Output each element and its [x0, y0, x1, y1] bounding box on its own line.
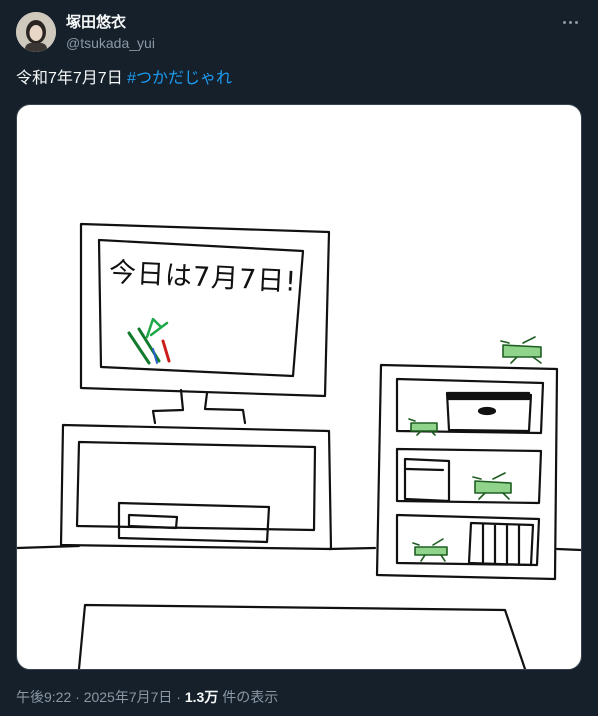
tv-drawer — [117, 501, 271, 544]
views-count: 1.3万 — [184, 689, 219, 705]
drawing-illustration — [17, 222, 581, 669]
grasshopper-icon — [500, 336, 542, 364]
meta-separator: · — [71, 689, 84, 705]
tweet-body: 令和7年7月7日 — [16, 70, 123, 87]
grasshopper-icon — [412, 538, 448, 562]
tv-cabinet-inner — [75, 440, 317, 532]
avatar-image — [16, 12, 56, 52]
books — [467, 521, 535, 567]
console-top — [447, 391, 531, 401]
tanabata-bamboo-icon — [127, 317, 171, 365]
avatar[interactable] — [16, 12, 56, 52]
tv-drawer-handle — [127, 513, 179, 530]
shelf-compartment-3 — [395, 513, 541, 567]
storage-box — [403, 457, 451, 503]
timestamp-date[interactable]: 2025年7月7日 — [84, 689, 173, 705]
console-slot — [477, 406, 497, 416]
tweet-meta: 午後9:22 · 2025年7月7日 · 1.3万 件の表示 — [16, 688, 278, 706]
more-dots-icon[interactable] — [558, 12, 582, 32]
timestamp-time[interactable]: 午後9:22 — [16, 689, 71, 705]
grasshopper-icon — [472, 472, 512, 500]
display-name[interactable]: 塚田悠衣 — [66, 14, 155, 32]
tweet-text: 令和7年7月7日 #つかだじゃれ — [16, 69, 232, 89]
tweet-media-image[interactable]: 今日は7月7日! — [16, 104, 582, 670]
rug — [77, 603, 527, 669]
meta-separator: · — [172, 689, 185, 705]
user-names: 塚田悠衣 @tsukada_yui — [66, 14, 155, 52]
grasshopper-icon — [408, 418, 438, 436]
views-label: 件の表示 — [218, 689, 279, 705]
tweet-header: 塚田悠衣 @tsukada_yui — [16, 12, 582, 56]
hashtag-link[interactable]: #つかだじゃれ — [127, 70, 232, 87]
user-handle[interactable]: @tsukada_yui — [66, 34, 155, 52]
tv-stand-neck — [151, 388, 247, 425]
shelf-compartment-2 — [395, 447, 543, 505]
